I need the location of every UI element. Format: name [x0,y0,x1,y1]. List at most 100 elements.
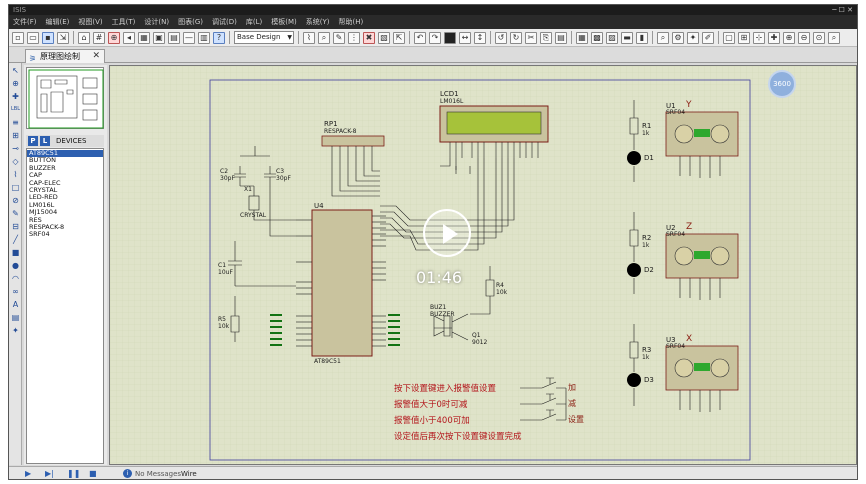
pause-icon[interactable]: ❚❚ [67,469,80,478]
zoom-search-icon[interactable]: ⌕ [657,31,669,44]
color-block-icon[interactable] [444,31,456,44]
step-icon[interactable]: ▶| [45,469,54,478]
import-icon[interactable]: ⇲ [57,31,69,44]
menu-bar: 文件(F) 编辑(E) 视图(V) 工具(T) 设计(N) 图表(G) 调试(D… [9,15,857,29]
marker-icon[interactable]: ✦ [10,325,21,336]
play-icon[interactable]: ▶ [25,469,31,478]
copy-icon[interactable]: ⎘ [540,31,552,44]
help-icon[interactable]: ? [213,31,225,44]
menu-debug[interactable]: 调试(D) [212,17,237,27]
tools-icon[interactable]: ✦ [687,31,699,44]
decompose-icon[interactable]: ⚙ [672,31,684,44]
new-file-icon[interactable]: ▫ [12,31,24,44]
circle-icon[interactable]: ● [10,260,21,271]
open-file-icon[interactable]: ▭ [27,31,39,44]
schematic-canvas[interactable]: LCD1 LM016L RP1 RESPACK-8 U4 AT89C51 C2 … [109,65,857,465]
block-copy-icon[interactable]: ▦ [576,31,588,44]
paste-icon[interactable]: ▤ [555,31,567,44]
cross-cursor-icon[interactable]: ✚ [768,31,780,44]
redo-icon[interactable]: ↷ [429,31,441,44]
text-icon[interactable]: A [10,299,21,310]
document-icon[interactable]: ▤ [168,31,180,44]
pick-device-icon[interactable]: ▮ [636,31,648,44]
menu-template[interactable]: 模板(M) [271,17,297,27]
bom-icon[interactable]: ▧ [378,31,390,44]
chip-icon[interactable]: ▣ [153,31,165,44]
terminal-icon[interactable]: ◇ [10,156,21,167]
menu-design[interactable]: 设计(N) [144,17,169,27]
save-icon[interactable]: ▪ [42,31,54,44]
zoom-out-icon[interactable]: ⊖ [798,31,810,44]
back-icon[interactable]: ◂ [123,31,135,44]
zoom-all-icon[interactable]: ⊙ [813,31,825,44]
zoom-area-icon[interactable]: ⌕ [828,31,840,44]
horizontal-arrows-icon[interactable]: ↔ [459,31,471,44]
library-manager-button[interactable]: L [40,136,50,146]
search-icon[interactable]: ⌕ [318,31,330,44]
brush-icon[interactable]: ✐ [702,31,714,44]
origin-icon[interactable]: ⊹ [753,31,765,44]
redo-arrow-icon[interactable]: ↻ [510,31,522,44]
bus-icon[interactable]: ⊞ [10,130,21,141]
wire-label-icon[interactable]: LBL [10,104,21,115]
export-icon[interactable]: ⇱ [393,31,405,44]
cut-icon[interactable]: ✂ [525,31,537,44]
minus-icon[interactable]: — [183,31,195,44]
arc-icon[interactable]: ◠ [10,273,21,284]
menu-view[interactable]: 视图(V) [78,17,102,27]
video-play-button[interactable] [423,209,471,257]
block-delete-icon[interactable]: ▬ [621,31,633,44]
toolbar-divider [298,31,299,44]
device-item[interactable]: SRF04 [27,231,103,239]
netlist-icon[interactable]: ⋮ [348,31,360,44]
toggle-grid-icon[interactable]: ⊞ [738,31,750,44]
overview-window[interactable] [26,67,104,129]
r4-value: 10k [496,289,508,296]
undo-arrow-icon[interactable]: ↺ [495,31,507,44]
block-move-icon[interactable]: ▩ [591,31,603,44]
stop-icon[interactable]: ■ [89,469,97,478]
instrument-icon[interactable]: ⊟ [10,221,21,232]
home-icon[interactable]: ⌂ [78,31,90,44]
layer-select[interactable]: Base Design ▼ [234,31,294,44]
component-mode-icon[interactable]: ⊕ [10,78,21,89]
menu-tools[interactable]: 工具(T) [112,17,136,27]
vertical-arrow-icon[interactable]: ↕ [474,31,486,44]
junction-icon[interactable]: ✚ [10,91,21,102]
r3-value: 1k [642,354,650,361]
subcircuit-icon[interactable]: ⊸ [10,143,21,154]
graph-icon[interactable]: □ [10,182,21,193]
view-sheet-icon[interactable]: ▢ [723,31,735,44]
window-controls[interactable]: ─ ☐ ✕ [832,5,853,15]
tab-schematic[interactable]: ⚞ 原理图绘制 ✕ [25,49,105,63]
menu-library[interactable]: 库(L) [246,17,262,27]
tape-icon[interactable]: ⊘ [10,195,21,206]
grid-icon[interactable]: # [93,31,105,44]
menu-system[interactable]: 系统(Y) [306,17,330,27]
symbol-icon[interactable]: ▤ [10,312,21,323]
block-rotate-icon[interactable]: ▨ [606,31,618,44]
box-icon[interactable]: ■ [10,247,21,258]
probe-icon[interactable]: ✎ [10,208,21,219]
pick-device-button[interactable]: P [28,136,38,146]
close-icon[interactable]: ✕ [92,50,100,63]
property-icon[interactable]: ✎ [333,31,345,44]
pin-icon[interactable]: ⌇ [10,169,21,180]
wire-autoroute-icon[interactable]: ⌇ [303,31,315,44]
d3-ref: D3 [644,376,654,384]
menu-file[interactable]: 文件(F) [13,17,37,27]
zoom-in-icon[interactable]: ⊕ [783,31,795,44]
error-icon[interactable]: ✖ [363,31,375,44]
selection-mode-icon[interactable]: ↖ [10,65,21,76]
path-icon[interactable]: ∞ [10,286,21,297]
undo-icon[interactable]: ↶ [414,31,426,44]
print-icon[interactable]: ▥ [198,31,210,44]
target-icon[interactable]: ⊕ [108,31,120,44]
component-icon[interactable]: ▦ [138,31,150,44]
text-script-icon[interactable]: ≡ [10,117,21,128]
menu-help[interactable]: 帮助(H) [339,17,364,27]
line-icon[interactable]: ╱ [10,234,21,245]
menu-graph[interactable]: 图表(G) [178,17,203,27]
overview-preview [28,69,104,129]
menu-edit[interactable]: 编辑(E) [46,17,70,27]
